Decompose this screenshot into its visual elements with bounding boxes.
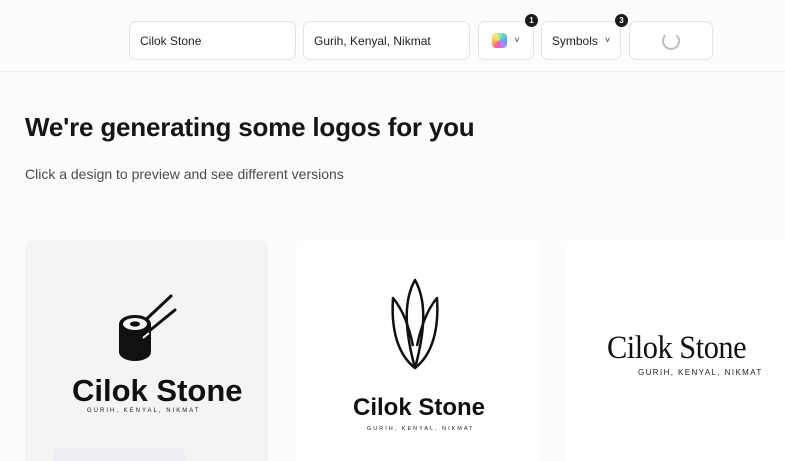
logo-card-2[interactable]: Cilok Stone GURIH, KENYAL, NIKMAT [296, 240, 539, 461]
chevron-down-icon: ˅ [604, 35, 611, 45]
page-title: We're generating some logos for you [25, 112, 475, 142]
logo-generator-page: Cilok Stone Gurih, Kenyal, Nikmat ˅ 1 Sy… [0, 0, 785, 461]
business-name-input[interactable]: Cilok Stone [129, 21, 296, 60]
logo-card-1[interactable]: Cilok Stone GURIH, KENYAL, NIKMAT [25, 240, 268, 461]
skewer-food-icon [119, 294, 177, 361]
logo-name: Cilok Stone [607, 330, 747, 366]
symbols-count-badge: 3 [615, 14, 628, 27]
logo-tagline: GURIH, KENYAL, NIKMAT [87, 408, 201, 414]
logo-card-3[interactable]: Cilok Stone GURIH, KENYAL, NIKMAT [566, 240, 785, 461]
corn-icon [391, 278, 439, 370]
symbols-dropdown-button[interactable]: Symbols ˅ [541, 21, 621, 60]
symbols-label: Symbols [551, 33, 598, 48]
slogan-value: Gurih, Kenyal, Nikmat [314, 33, 431, 48]
logo-name: Cilok Stone [353, 394, 486, 421]
chevron-down-icon: ˅ [514, 35, 520, 45]
color-picker-button[interactable]: ˅ [478, 21, 534, 60]
page-subtitle: Click a design to preview and see differ… [25, 166, 344, 182]
logo-tagline: GURIH, KENYAL, NIKMAT [367, 426, 475, 432]
logo-name: Cilok Stone [72, 373, 243, 408]
business-name-value: Cilok Stone [140, 33, 202, 48]
loading-spinner-icon [662, 31, 680, 50]
color-swatch-icon [492, 33, 508, 48]
card-preview-button[interactable] [53, 448, 185, 461]
color-count-badge: 1 [525, 14, 538, 27]
top-toolbar: Cilok Stone Gurih, Kenyal, Nikmat ˅ 1 Sy… [0, 0, 785, 72]
slogan-input[interactable]: Gurih, Kenyal, Nikmat [303, 21, 470, 60]
logo-tagline: GURIH, KENYAL, NIKMAT [638, 368, 763, 377]
generate-button[interactable] [629, 21, 713, 60]
